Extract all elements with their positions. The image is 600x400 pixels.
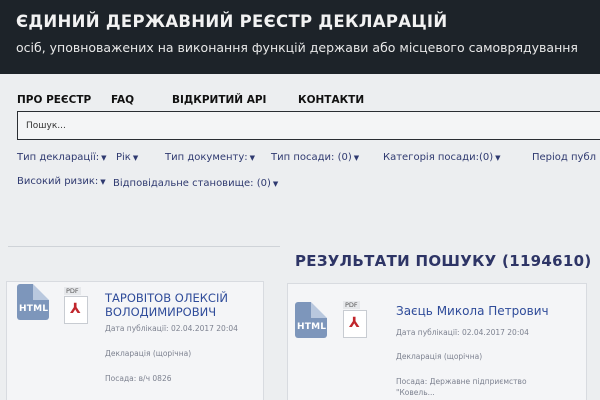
html-file-icon[interactable]: HTML [17,284,49,320]
acrobat-icon: ⅄ [349,315,360,331]
caret-down-icon: ▼ [100,178,106,186]
pdf-file-icon[interactable]: PDF ⅄ [64,287,88,324]
filter-high-risk[interactable]: Високий ризик: ▼ [17,176,106,187]
filter-responsible-position[interactable]: Відповідальне становище: (0) ▼ [113,178,278,189]
search-input[interactable] [26,118,426,134]
nav-faq[interactable]: FAQ [111,94,134,106]
filter-publication-period[interactable]: Період публ [532,152,596,163]
caret-down-icon: ▼ [101,154,107,162]
section-divider [8,246,280,247]
caret-down-icon: ▼ [272,180,279,188]
acrobat-icon: ⅄ [70,301,81,317]
result-card: HTML PDF ⅄ ТАРОВІТОВ ОЛЕКСІЙ ВОЛОДИМИРОВ… [6,281,264,400]
nav-contacts[interactable]: КОНТАКТИ [298,94,364,106]
person-name-link[interactable]: Заєць Микола Петрович [396,304,549,318]
person-name-link[interactable]: ТАРОВІТОВ ОЛЕКСІЙ ВОЛОДИМИРОВИЧ [105,291,228,319]
results-title: РЕЗУЛЬТАТИ ПОШУКУ (1194610) [295,252,592,270]
position-continued: "Ковель... [396,388,435,397]
caret-down-icon: ▼ [132,154,139,162]
nav-open-api[interactable]: ВІДКРИТИЙ API [172,94,266,106]
main-nav: ПРО РЕЄСТР FAQ ВІДКРИТИЙ API КОНТАКТИ [0,94,600,110]
nav-about[interactable]: ПРО РЕЄСТР [17,94,91,106]
site-title[interactable]: ЄДИНИЙ ДЕРЖАВНИЙ РЕЄСТР ДЕКЛАРАЦІЙ [16,12,447,31]
position: Посада: в/ч 0826 [105,374,172,383]
filter-position-category[interactable]: Категорія посади:(0) ▼ [383,152,501,163]
caret-down-icon: ▼ [353,154,360,162]
filter-position-type[interactable]: Тип посади: (0) ▼ [271,152,359,163]
publication-date: Дата публікації: 02.04.2017 20:04 [105,324,238,333]
declaration-type: Декларація (щорічна) [396,352,483,361]
filter-year[interactable]: Рік ▼ [116,152,138,163]
site-subtitle: осіб, уповноважених на виконання функцій… [16,40,578,55]
filter-document-type[interactable]: Тип документу: ▼ [165,152,255,163]
pdf-file-icon[interactable]: PDF ⅄ [343,301,367,338]
caret-down-icon: ▼ [495,154,501,162]
filter-declaration-type[interactable]: Тип декларації: ▼ [17,152,107,163]
search-box [17,111,600,140]
caret-down-icon: ▼ [249,154,256,162]
result-card: HTML PDF ⅄ Заєць Микола Петрович Дата пу… [287,283,587,400]
declaration-type: Декларація (щорічна) [105,349,192,358]
position: Посада: Державне підприємство [396,377,527,386]
html-file-icon[interactable]: HTML [295,302,327,338]
publication-date: Дата публікації: 02.04.2017 20:04 [396,328,529,337]
site-header: ЄДИНИЙ ДЕРЖАВНИЙ РЕЄСТР ДЕКЛАРАЦІЙ осіб,… [0,0,600,74]
